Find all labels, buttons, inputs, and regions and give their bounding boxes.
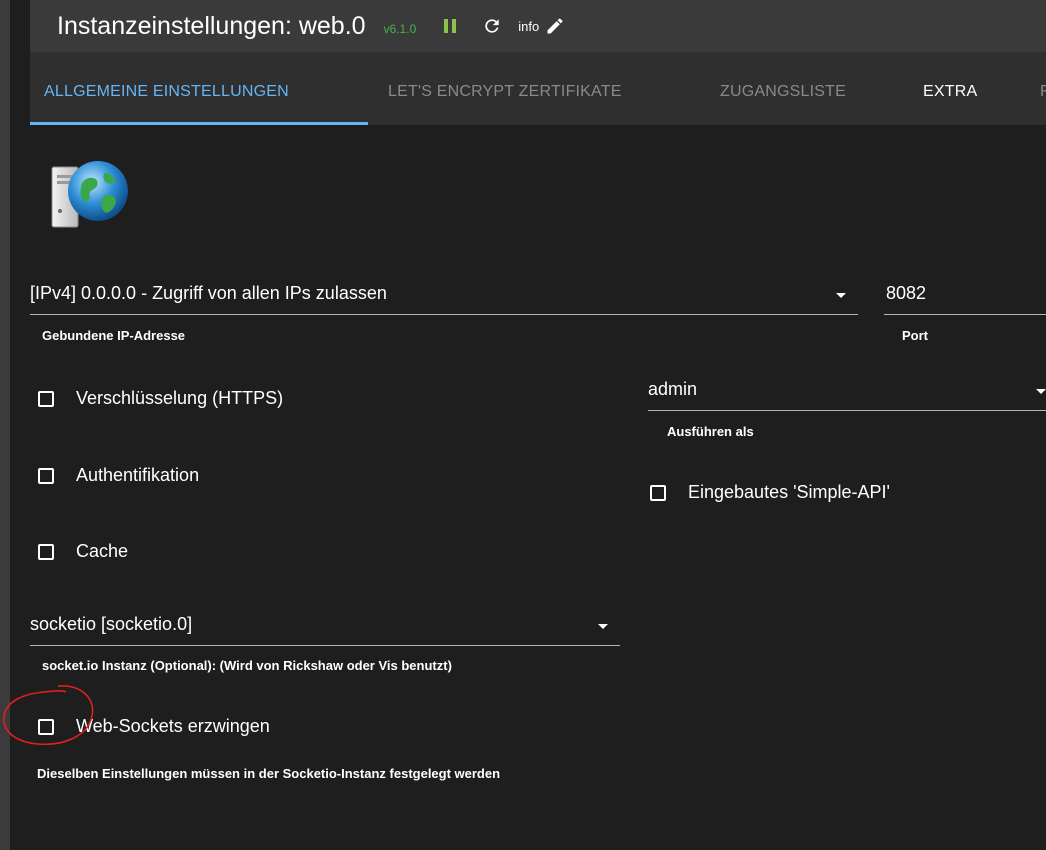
tab-indicator [30,122,368,125]
simple-api-checkbox-row[interactable]: Eingebautes 'Simple-API' [650,482,890,503]
bind-ip-select[interactable]: [IPv4] 0.0.0.0 - Zugriff von allen IPs z… [30,283,387,304]
https-checkbox[interactable] [38,390,54,407]
port-input[interactable]: 8082 [886,283,926,304]
bind-ip-helper: Gebundene IP-Adresse [42,328,186,343]
simple-api-checkbox[interactable] [650,484,666,501]
tab-lets-encrypt[interactable]: LET'S ENCRYPT ZERTIFIKATE [388,52,622,125]
socketio-select[interactable]: socketio [socketio.0] [30,614,192,635]
auth-checkbox[interactable] [38,467,54,484]
port-helper: Port [902,328,928,343]
reload-icon[interactable] [482,16,502,36]
left-stripe [0,0,10,850]
auth-label: Authentifikation [76,465,200,485]
cache-label: Cache [76,541,129,561]
pencil-icon[interactable] [545,16,565,36]
socketio-helper: socket.io Instanz (Optional): (Wird von … [42,658,452,673]
tab-extra[interactable]: EXTRA [923,52,977,125]
chevron-down-icon[interactable] [598,624,608,629]
force-websockets-checkbox[interactable] [38,718,54,735]
run-as-select[interactable]: admin [648,379,697,400]
title-bar: Instanzeinstellungen: web.0 v6.1.0 info [30,0,1046,52]
force-websockets-checkbox-row[interactable]: Web-Sockets erzwingen [38,716,270,737]
tab-bar: ALLGEMEINE EINSTELLUNGEN LET'S ENCRYPT Z… [30,52,1046,125]
chevron-down-icon[interactable] [836,293,846,298]
tab-general-settings[interactable]: ALLGEMEINE EINSTELLUNGEN [44,52,289,125]
version-label: v6.1.0 [383,22,417,36]
cache-checkbox-row[interactable]: Cache [38,541,128,562]
simple-api-label: Eingebautes 'Simple-API' [688,482,890,502]
auth-checkbox-row[interactable]: Authentifikation [38,465,199,486]
cache-checkbox[interactable] [38,543,54,560]
run-as-underline [648,410,1046,411]
tab-more[interactable]: F [1040,52,1046,125]
server-globe-icon [51,161,128,228]
socketio-underline [30,645,620,646]
chevron-down-icon[interactable] [1036,389,1046,394]
run-as-helper: Ausführen als [667,424,754,439]
socketio-note: Dieselben Einstellungen müssen in der So… [37,766,501,781]
red-circle-annotation [3,685,94,746]
pause-icon[interactable] [444,19,457,33]
https-label: Verschlüsselung (HTTPS) [76,388,284,408]
https-checkbox-row[interactable]: Verschlüsselung (HTTPS) [38,388,283,409]
port-underline [884,314,1046,315]
tab-access-list[interactable]: ZUGANGSLISTE [720,52,846,125]
bind-ip-underline [30,314,858,315]
force-websockets-label: Web-Sockets erzwingen [76,716,270,736]
page-title: Instanzeinstellungen: web.0 [57,11,366,40]
info-link[interactable]: info [518,19,539,34]
